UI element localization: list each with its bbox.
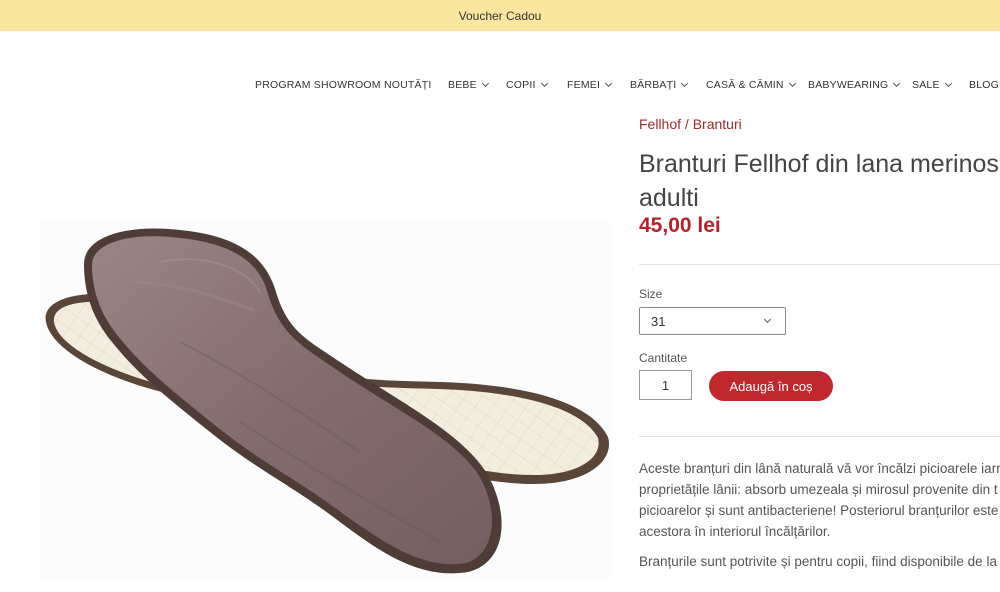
voucher-link[interactable]: Voucher Cadou (459, 9, 542, 23)
nav-label: BLOG (969, 79, 999, 91)
nav-item-sale[interactable]: SALE (912, 79, 952, 91)
quantity-label: Cantitate (639, 351, 688, 365)
announcement-bar[interactable]: Voucher Cadou (0, 0, 1000, 31)
size-select[interactable]: 31 (639, 307, 786, 335)
nav-item-barbati[interactable]: BĂRBAȚI (630, 79, 689, 91)
product-title: Branturi Fellhof din lana merinos adulti (639, 147, 999, 215)
product-title-line1: Branturi Fellhof din lana merinos (639, 150, 999, 178)
nav-item-femei[interactable]: FEMEI (567, 79, 613, 91)
add-to-cart-button[interactable]: Adaugă în coș (709, 371, 833, 401)
nav-item-babywearing[interactable]: BABYWEARING (808, 79, 901, 91)
description-line: acestora în interiorul încălțărilor. (639, 524, 831, 539)
description-line: proprietățile lânii: absorb umezeala și … (639, 482, 998, 497)
chevron-down-icon (763, 315, 772, 324)
nav-item-copii[interactable]: COPII (506, 79, 548, 91)
main-navigation: PROGRAM SHOWROOM NOUTĂȚI BEBE COPII FEME… (0, 79, 1000, 97)
nav-item-bebe[interactable]: BEBE (448, 79, 489, 91)
description-line: picioarelor și sunt antibacteriene! Post… (639, 503, 999, 518)
description-paragraph-2: Branțurile sunt potrivite și pentru copi… (639, 554, 997, 569)
product-description: Aceste branțuri din lână naturală vă vor… (639, 458, 1000, 581)
size-select-value: 31 (651, 314, 666, 329)
chevron-down-icon (944, 79, 952, 88)
breadcrumb-brand-link[interactable]: Fellhof (639, 116, 681, 132)
divider (639, 436, 1000, 437)
breadcrumb-separator: / (681, 116, 693, 132)
description-line: Aceste branțuri din lână naturală vă vor… (639, 461, 1000, 476)
insole-illustration (45, 228, 610, 574)
product-price: 45,00 lei (639, 214, 721, 237)
chevron-down-icon (605, 79, 613, 88)
breadcrumb-category-link[interactable]: Branturi (693, 116, 742, 132)
nav-item-casa-camin[interactable]: CASĂ & CĂMIN (706, 79, 796, 91)
chevron-down-icon (481, 79, 489, 88)
product-image[interactable] (40, 222, 611, 578)
nav-item-program-showroom[interactable]: PROGRAM SHOWROOM (255, 79, 381, 91)
chevron-down-icon (540, 79, 548, 88)
nav-label: BEBE (448, 79, 477, 91)
product-title-line2: adulti (639, 184, 699, 212)
nav-label: PROGRAM SHOWROOM (255, 79, 381, 91)
chevron-down-icon (681, 79, 689, 88)
nav-label: FEMEI (567, 79, 601, 91)
description-paragraph: Aceste branțuri din lână naturală vă vor… (639, 458, 1000, 542)
chevron-down-icon (893, 79, 901, 88)
nav-label: CASĂ & CĂMIN (706, 79, 784, 91)
nav-label: COPII (506, 79, 536, 91)
nav-label: BABYWEARING (808, 79, 889, 91)
nav-item-noutati[interactable]: NOUTĂȚI (384, 79, 431, 91)
nav-label: NOUTĂȚI (384, 79, 432, 91)
nav-label: SALE (912, 79, 940, 91)
size-label: Size (639, 287, 663, 301)
chevron-down-icon (788, 79, 796, 88)
quantity-input[interactable]: 1 (639, 370, 692, 400)
nav-label: BĂRBAȚI (630, 79, 677, 91)
breadcrumb: Fellhof / Branturi (639, 116, 742, 132)
divider (639, 264, 1000, 265)
nav-item-blog[interactable]: BLOG (969, 79, 999, 91)
